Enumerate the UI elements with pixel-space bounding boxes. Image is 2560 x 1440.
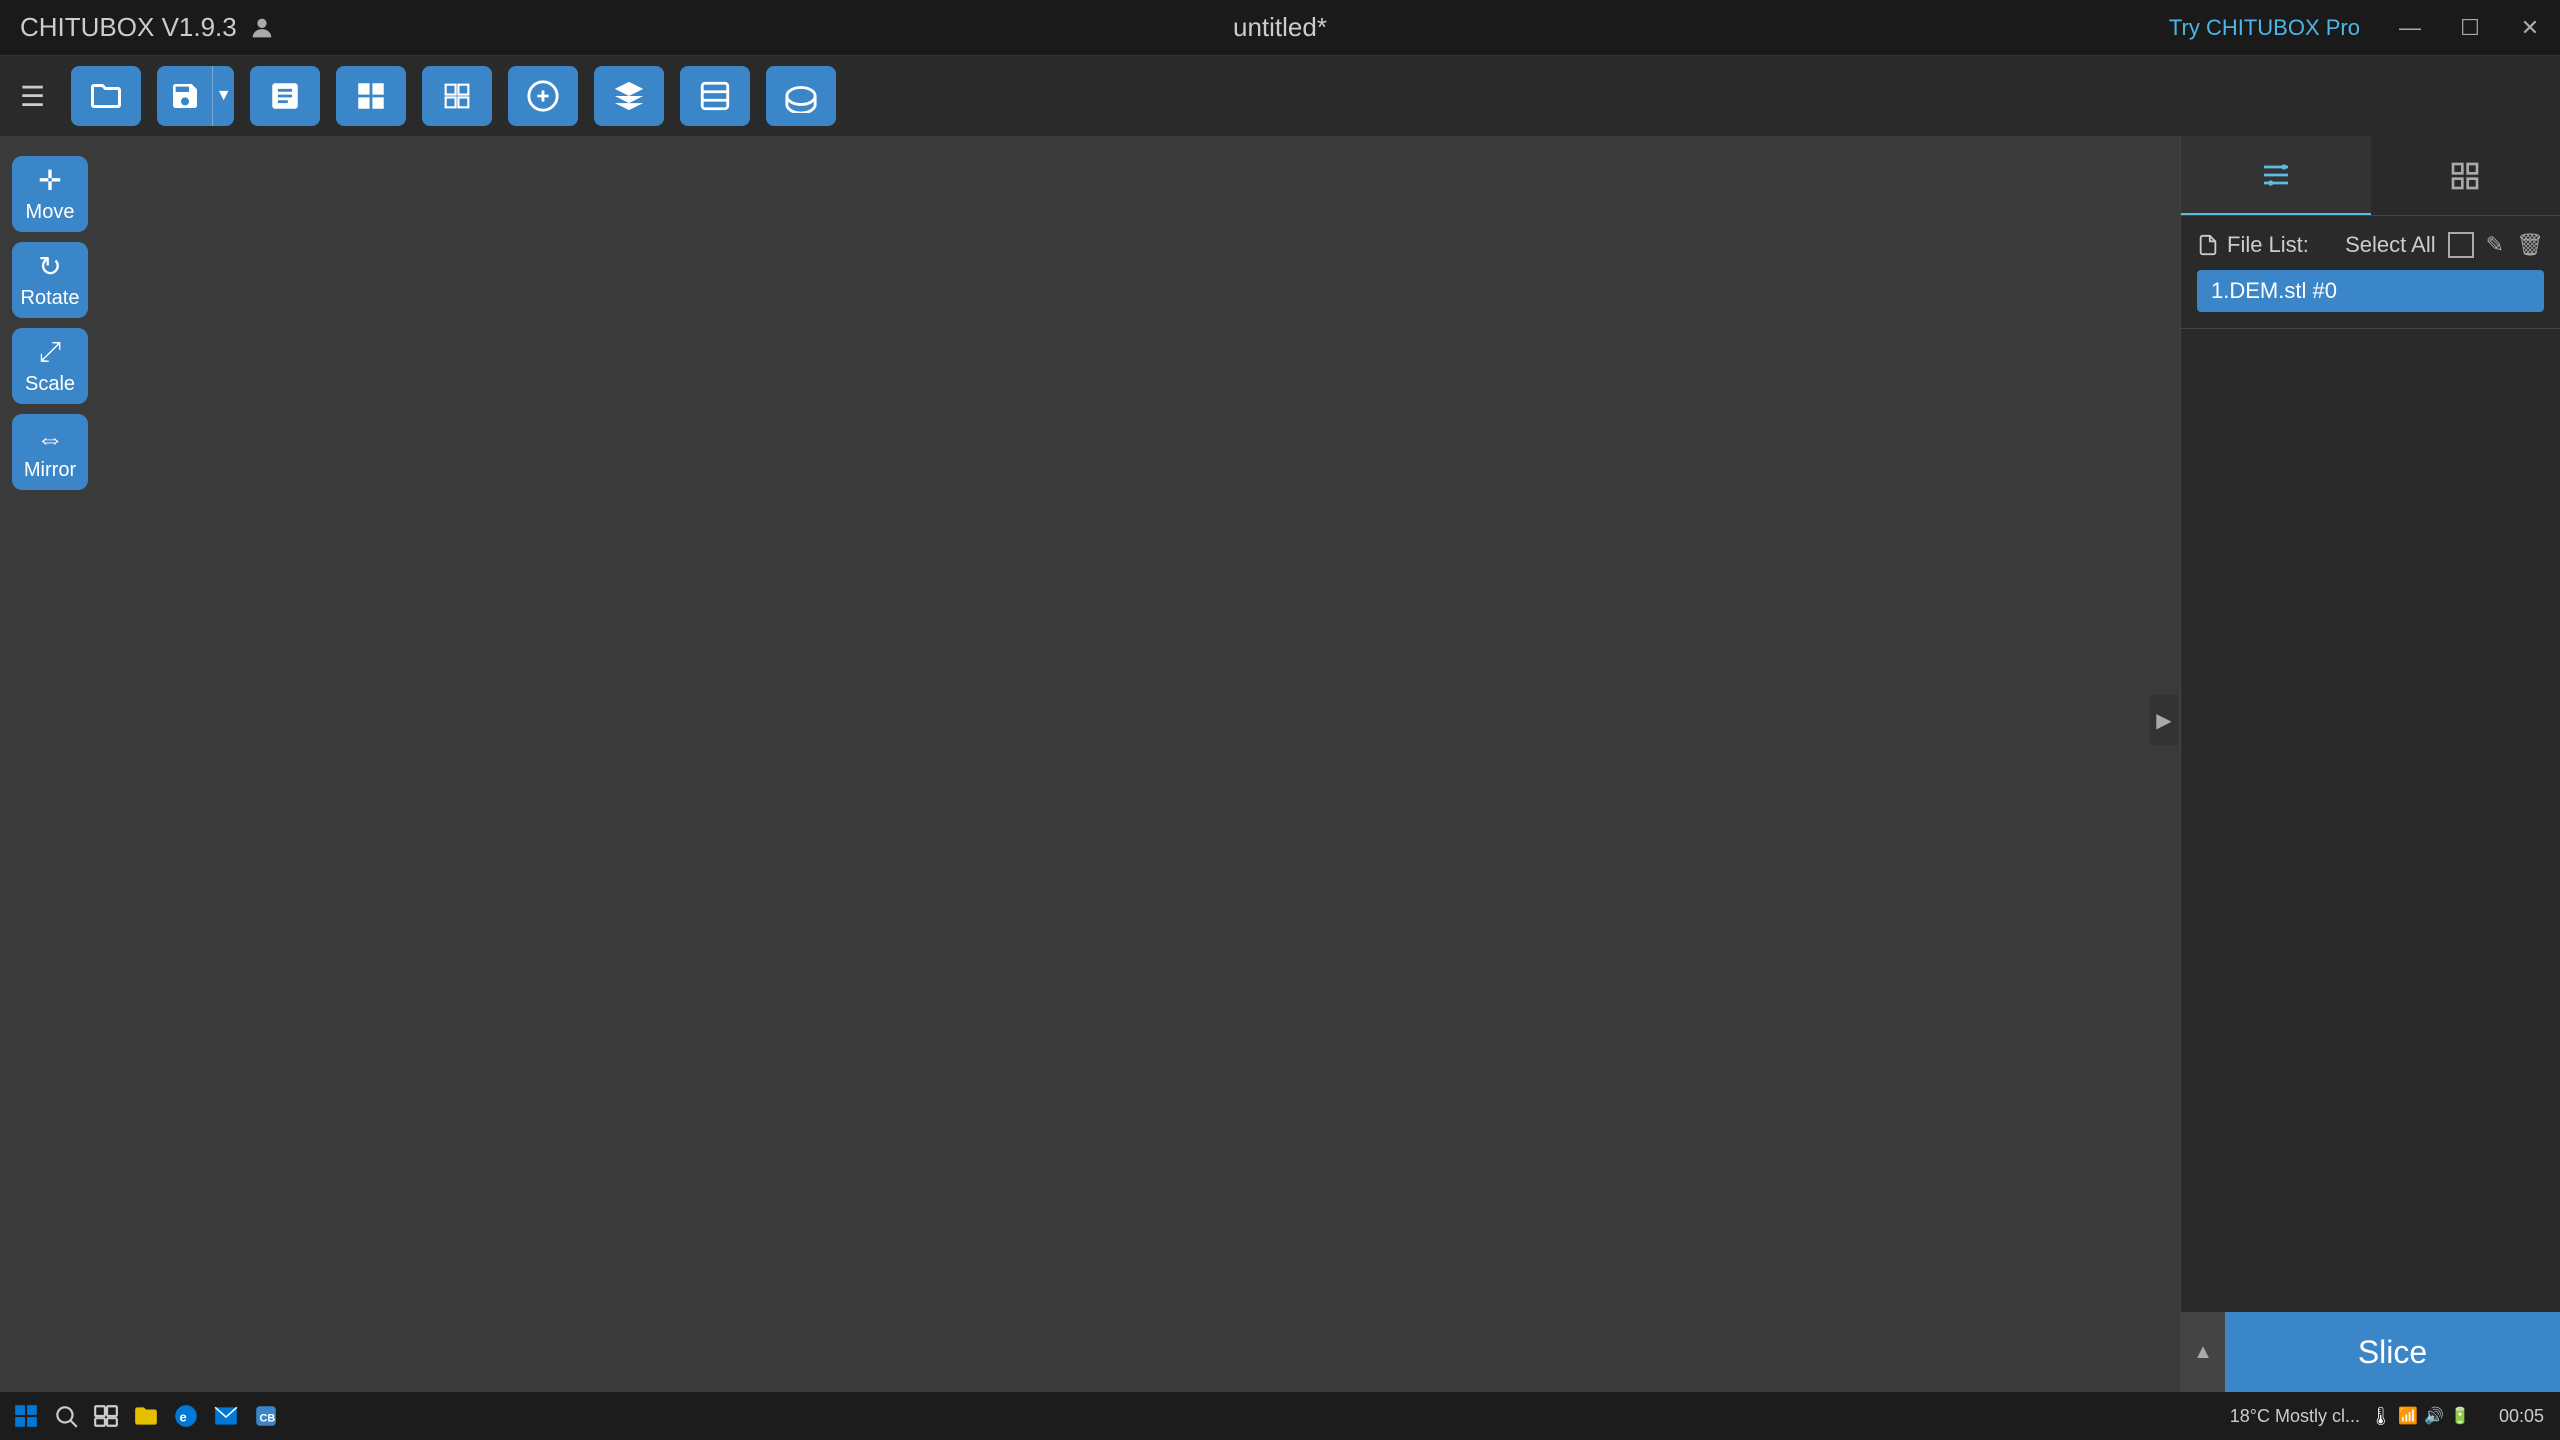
- tab-library[interactable]: [2371, 136, 2560, 215]
- file-list-header: File List: Select All ✎ 🗑: [2197, 232, 2544, 258]
- tab-settings[interactable]: [2181, 136, 2371, 215]
- maximize-button[interactable]: ☐: [2440, 0, 2500, 56]
- slice-button[interactable]: Slice: [2225, 1312, 2560, 1392]
- right-panel: File List: Select All ✎ 🗑 1.DEM.stl #0 S…: [2180, 136, 2560, 1392]
- app-title: CHITUBOX V1.9.3: [20, 12, 237, 43]
- edit-icon[interactable]: ✎: [2486, 232, 2504, 258]
- scale-label: Scale: [25, 373, 75, 396]
- taskbar-system-tray: 🌡 📶 🔊 🔋: [2369, 1406, 2470, 1427]
- battery-icon: 🔋: [2450, 1406, 2470, 1426]
- network-icon[interactable]: 📶: [2398, 1406, 2418, 1426]
- move-tool[interactable]: ✛ Move: [12, 156, 88, 232]
- svg-text:CB: CB: [260, 1412, 276, 1424]
- slice-button-row: ▲ Slice: [2181, 1312, 2560, 1392]
- mirror-icon: ⇔: [36, 423, 64, 455]
- checkbox-icon[interactable]: [2448, 232, 2474, 258]
- support-button[interactable]: [594, 66, 664, 126]
- taskbar-weather: 18°C Mostly cl...: [2230, 1406, 2360, 1427]
- save-main[interactable]: [157, 66, 212, 126]
- file-list-section: File List: Select All ✎ 🗑 1.DEM.stl #0: [2181, 216, 2560, 329]
- left-toolbar: ✛ Move ↻ Rotate ⤢ Scale ⇔ Mirror: [0, 136, 100, 490]
- arrange-button[interactable]: [508, 66, 578, 126]
- mail-taskbar[interactable]: [208, 1398, 244, 1434]
- rotate-tool[interactable]: ↻ Rotate: [12, 242, 88, 318]
- slice-collapse-button[interactable]: ▲: [2181, 1312, 2225, 1392]
- svg-text:e: e: [180, 1409, 187, 1424]
- import-button[interactable]: [250, 66, 320, 126]
- window-controls: — ☐ ✕: [2380, 0, 2560, 56]
- mirror-tool[interactable]: ⇔ Mirror: [12, 414, 88, 490]
- delete-icon[interactable]: 🗑: [2516, 232, 2544, 258]
- save-button[interactable]: ▼: [157, 66, 234, 126]
- close-button[interactable]: ✕: [2500, 0, 2560, 56]
- file-list-title: File List:: [2227, 232, 2309, 258]
- main-toolbar: ☰ ▼: [0, 56, 2560, 136]
- layout-button[interactable]: [336, 66, 406, 126]
- slice-toolbar-button[interactable]: [680, 66, 750, 126]
- file-list-actions: Select All ✎ 🗑: [2345, 232, 2544, 258]
- file-explorer-taskbar[interactable]: [128, 1398, 164, 1434]
- scale-icon: ⤢: [39, 336, 61, 369]
- hamburger-menu[interactable]: ☰: [20, 80, 45, 113]
- mirror-label: Mirror: [24, 459, 76, 482]
- layout2-button[interactable]: [422, 66, 492, 126]
- window-title: untitled*: [1233, 12, 1327, 43]
- move-label: Move: [26, 201, 75, 224]
- minimize-button[interactable]: —: [2380, 0, 2440, 56]
- try-pro-link[interactable]: Try CHITUBOX Pro: [2169, 15, 2360, 41]
- taskbar: e CB 18°C Mostly cl... 🌡 📶 🔊 🔋 00:05: [0, 1392, 2560, 1440]
- scale-tool[interactable]: ⤢ Scale: [12, 328, 88, 404]
- thermometer-icon: 🌡: [2369, 1406, 2392, 1427]
- rotate-icon: ↻: [38, 250, 61, 283]
- move-icon: ✛: [38, 164, 61, 197]
- titlebar: CHITUBOX V1.9.3 untitled* Try CHITUBOX P…: [0, 0, 2560, 56]
- search-button[interactable]: [48, 1398, 84, 1434]
- save-dropdown-arrow[interactable]: ▼: [212, 66, 234, 126]
- open-button[interactable]: [71, 66, 141, 126]
- saveto-button[interactable]: [766, 66, 836, 126]
- task-view-button[interactable]: [88, 1398, 124, 1434]
- panel-tabs: [2181, 136, 2560, 216]
- start-button[interactable]: [8, 1398, 44, 1434]
- select-all-label[interactable]: Select All: [2345, 232, 2436, 258]
- expand-panel-button[interactable]: ▶: [2150, 695, 2178, 745]
- chitubox-taskbar[interactable]: CB: [248, 1398, 284, 1434]
- file-icon: [2197, 234, 2219, 256]
- file-list-item[interactable]: 1.DEM.stl #0: [2197, 270, 2544, 312]
- taskbar-clock: 00:05: [2499, 1406, 2544, 1427]
- user-account-icon[interactable]: [237, 0, 287, 56]
- rotate-label: Rotate: [21, 287, 80, 310]
- edge-taskbar[interactable]: e: [168, 1398, 204, 1434]
- volume-icon[interactable]: 🔊: [2424, 1406, 2444, 1426]
